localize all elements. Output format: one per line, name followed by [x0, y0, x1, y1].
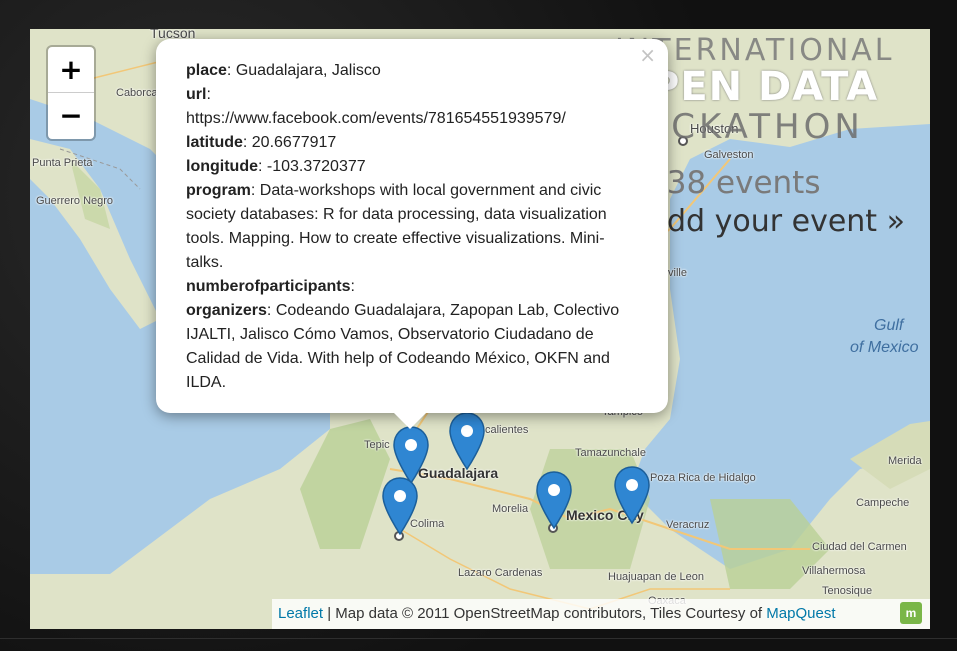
- popup-key: place: [186, 62, 227, 79]
- popup-row-url: url:: [186, 83, 626, 107]
- popup-close-button[interactable]: ×: [639, 43, 656, 67]
- mapquest-link[interactable]: MapQuest: [766, 605, 835, 622]
- popup-key: longitude: [186, 158, 258, 175]
- popup-row-place: place: Guadalajara, Jalisco: [186, 59, 626, 83]
- map-container[interactable]: Tucson Caborca Punta Prieta Guerrero Neg…: [30, 29, 930, 629]
- label-morelia: Morelia: [492, 503, 529, 515]
- zoom-out-button[interactable]: −: [48, 93, 94, 138]
- label-huajuapan: Huajuapan de Leon: [608, 571, 705, 583]
- popup-value: : -103.3720377: [257, 158, 366, 175]
- popup-key: organizers: [186, 302, 267, 319]
- label-tamazunchale: Tamazunchale: [575, 447, 646, 459]
- zoom-control: + −: [46, 45, 96, 141]
- label-guerrero-negro: Guerrero Negro: [36, 195, 114, 207]
- label-galveston: Galveston: [704, 149, 754, 161]
- label-ciudad-del-carmen: Ciudad del Carmen: [812, 541, 907, 553]
- label-tepic: Tepic: [364, 439, 390, 451]
- label-villahermosa: Villahermosa: [802, 565, 866, 577]
- popup-url-value[interactable]: https://www.facebook.com/events/78165455…: [186, 107, 626, 131]
- popup-key: latitude: [186, 134, 243, 151]
- label-gulf-of-mexico: Gulf of Mexico: [850, 315, 918, 359]
- attribution-text: | Map data © 2011 OpenStreetMap contribu…: [323, 605, 767, 622]
- map-attribution: Leaflet | Map data © 2011 OpenStreetMap …: [272, 599, 930, 629]
- label-gulf-line2: of Mexico: [850, 339, 919, 356]
- map-marker-colima[interactable]: [381, 476, 419, 538]
- label-poza-rica: Poza Rica de Hidalgo: [650, 472, 756, 484]
- map-marker-mexico-city[interactable]: [535, 470, 573, 532]
- zoom-in-button[interactable]: +: [48, 47, 94, 93]
- label-tenosique: Tenosique: [822, 585, 873, 597]
- leaflet-link[interactable]: Leaflet: [278, 605, 323, 622]
- label-ville: ville: [668, 267, 687, 279]
- popup-row-organizers: organizers: Codeando Guadalajara, Zapopa…: [186, 299, 626, 395]
- popup-row-participants: numberofparticipants:: [186, 275, 626, 299]
- popup-key: numberofparticipants: [186, 278, 351, 295]
- popup-value: :: [206, 86, 211, 103]
- popup-key: url: [186, 86, 207, 103]
- label-campeche: Campeche: [856, 497, 910, 509]
- page-divider: [0, 638, 957, 639]
- add-event-link[interactable]: Add your event »: [647, 204, 905, 239]
- event-popup: × place: Guadalajara, Jalisco url: https…: [156, 39, 668, 429]
- label-calientes: calientes: [485, 424, 529, 436]
- label-punta-prieta: Punta Prieta: [32, 157, 93, 169]
- popup-row-latitude: latitude: 20.6677917: [186, 131, 626, 155]
- popup-value: : Guadalajara, Jalisco: [226, 62, 381, 79]
- popup-row-longitude: longitude: -103.3720377: [186, 155, 626, 179]
- label-merida: Merida: [888, 455, 922, 467]
- map-marker-puebla[interactable]: [613, 465, 651, 527]
- map-marker[interactable]: [448, 411, 486, 473]
- label-lazaro-cardenas: Lazaro Cardenas: [458, 567, 543, 579]
- popup-value: : 20.6677917: [242, 134, 337, 151]
- events-count: 238 events: [647, 165, 821, 201]
- popup-key: program: [186, 182, 251, 199]
- label-caborca: Caborca: [116, 87, 158, 99]
- popup-row-program: program: Data-workshops with local gover…: [186, 179, 626, 275]
- label-gulf-line1: Gulf: [874, 317, 904, 334]
- popup-value: :: [350, 278, 355, 295]
- label-veracruz: Veracruz: [666, 519, 710, 531]
- popup-tip: [392, 411, 428, 429]
- popup-content: place: Guadalajara, Jalisco url: https:/…: [186, 59, 626, 395]
- mapquest-logo-icon: m: [900, 602, 922, 624]
